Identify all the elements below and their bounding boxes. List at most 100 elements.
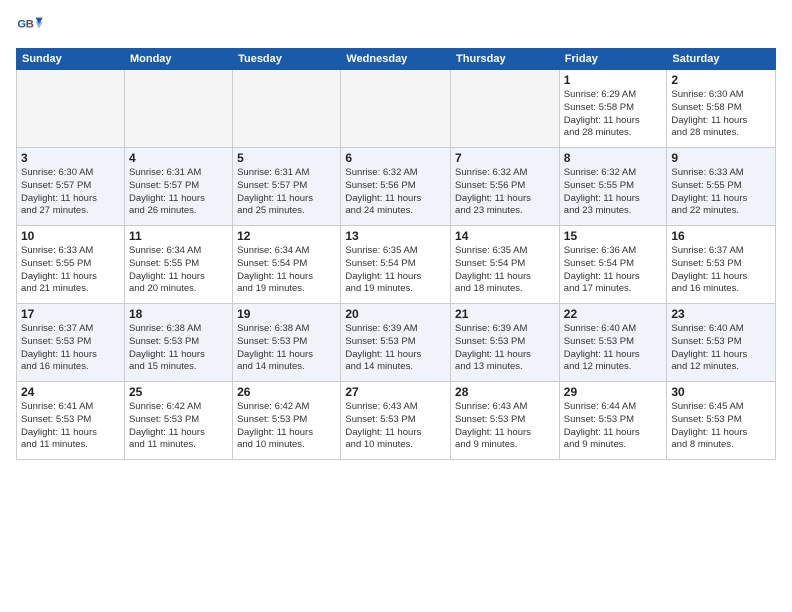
day-number: 8 <box>564 151 663 165</box>
day-info: Sunrise: 6:29 AMSunset: 5:58 PMDaylight:… <box>564 89 663 140</box>
day-number: 5 <box>237 151 336 165</box>
calendar-day: 26 Sunrise: 6:42 AMSunset: 5:53 PMDayligh… <box>233 382 341 460</box>
day-number: 26 <box>237 385 336 399</box>
day-number: 1 <box>564 73 663 87</box>
day-info: Sunrise: 6:40 AMSunset: 5:53 PMDaylight:… <box>671 323 771 374</box>
day-info: Sunrise: 6:37 AMSunset: 5:53 PMDaylight:… <box>671 245 771 296</box>
calendar-day: 2 Sunrise: 6:30 AMSunset: 5:58 PMDaylight… <box>667 70 776 148</box>
day-number: 16 <box>671 229 771 243</box>
calendar-week: 3 Sunrise: 6:30 AMSunset: 5:57 PMDaylight… <box>17 148 776 226</box>
calendar-week: 17 Sunrise: 6:37 AMSunset: 5:53 PMDayligh… <box>17 304 776 382</box>
day-info: Sunrise: 6:33 AMSunset: 5:55 PMDaylight:… <box>21 245 120 296</box>
weekday-header: Tuesday <box>233 49 341 70</box>
calendar-day <box>233 70 341 148</box>
calendar: SundayMondayTuesdayWednesdayThursdayFrid… <box>16 48 776 460</box>
day-info: Sunrise: 6:30 AMSunset: 5:58 PMDaylight:… <box>671 89 771 140</box>
calendar-day: 24Sunrise: 6:41 AMSunset: 5:53 PMDayligh… <box>17 382 125 460</box>
day-info: Sunrise: 6:33 AMSunset: 5:55 PMDaylight:… <box>671 167 771 218</box>
day-number: 11 <box>129 229 228 243</box>
calendar-day <box>451 70 560 148</box>
calendar-header: SundayMondayTuesdayWednesdayThursdayFrid… <box>17 49 776 70</box>
day-info: Sunrise: 6:32 AMSunset: 5:56 PMDaylight:… <box>345 167 446 218</box>
logo: G B <box>16 12 48 40</box>
day-info: Sunrise: 6:36 AMSunset: 5:54 PMDaylight:… <box>564 245 663 296</box>
calendar-day: 13Sunrise: 6:35 AMSunset: 5:54 PMDayligh… <box>341 226 451 304</box>
day-info: Sunrise: 6:41 AMSunset: 5:53 PMDaylight:… <box>21 401 120 452</box>
calendar-day: 22 Sunrise: 6:40 AMSunset: 5:53 PMDayligh… <box>559 304 667 382</box>
day-info: Sunrise: 6:32 AMSunset: 5:55 PMDaylight:… <box>564 167 663 218</box>
day-info: Sunrise: 6:42 AMSunset: 5:53 PMDaylight:… <box>129 401 228 452</box>
calendar-day: 10 Sunrise: 6:33 AMSunset: 5:55 PMDayligh… <box>17 226 125 304</box>
weekday-header: Thursday <box>451 49 560 70</box>
day-number: 18 <box>129 307 228 321</box>
calendar-day: 21 Sunrise: 6:39 AMSunset: 5:53 PMDayligh… <box>451 304 560 382</box>
day-info: Sunrise: 6:31 AMSunset: 5:57 PMDaylight:… <box>129 167 228 218</box>
day-number: 28 <box>455 385 555 399</box>
calendar-body: 1 Sunrise: 6:29 AMSunset: 5:58 PMDaylight… <box>17 70 776 460</box>
calendar-week: 10 Sunrise: 6:33 AMSunset: 5:55 PMDayligh… <box>17 226 776 304</box>
day-number: 21 <box>455 307 555 321</box>
weekday-header: Friday <box>559 49 667 70</box>
logo-icon: G B <box>16 12 44 40</box>
calendar-day: 1 Sunrise: 6:29 AMSunset: 5:58 PMDaylight… <box>559 70 667 148</box>
day-number: 23 <box>671 307 771 321</box>
weekday-row: SundayMondayTuesdayWednesdayThursdayFrid… <box>17 49 776 70</box>
day-info: Sunrise: 6:39 AMSunset: 5:53 PMDaylight:… <box>455 323 555 374</box>
day-info: Sunrise: 6:42 AMSunset: 5:53 PMDaylight:… <box>237 401 336 452</box>
day-number: 15 <box>564 229 663 243</box>
svg-text:B: B <box>26 18 34 30</box>
day-number: 2 <box>671 73 771 87</box>
calendar-day: 14Sunrise: 6:35 AMSunset: 5:54 PMDayligh… <box>451 226 560 304</box>
day-number: 7 <box>455 151 555 165</box>
day-info: Sunrise: 6:44 AMSunset: 5:53 PMDaylight:… <box>564 401 663 452</box>
day-number: 4 <box>129 151 228 165</box>
calendar-day: 7Sunrise: 6:32 AMSunset: 5:56 PMDaylight… <box>451 148 560 226</box>
calendar-day: 8 Sunrise: 6:32 AMSunset: 5:55 PMDaylight… <box>559 148 667 226</box>
calendar-day: 19 Sunrise: 6:38 AMSunset: 5:53 PMDayligh… <box>233 304 341 382</box>
calendar-day: 16 Sunrise: 6:37 AMSunset: 5:53 PMDayligh… <box>667 226 776 304</box>
day-info: Sunrise: 6:31 AMSunset: 5:57 PMDaylight:… <box>237 167 336 218</box>
calendar-day: 25 Sunrise: 6:42 AMSunset: 5:53 PMDayligh… <box>124 382 232 460</box>
day-number: 19 <box>237 307 336 321</box>
calendar-day: 9 Sunrise: 6:33 AMSunset: 5:55 PMDaylight… <box>667 148 776 226</box>
calendar-day: 5 Sunrise: 6:31 AMSunset: 5:57 PMDaylight… <box>233 148 341 226</box>
day-info: Sunrise: 6:34 AMSunset: 5:54 PMDaylight:… <box>237 245 336 296</box>
page: G B SundayMondayTuesdayWednesdayThursday… <box>0 0 792 612</box>
day-info: Sunrise: 6:37 AMSunset: 5:53 PMDaylight:… <box>21 323 120 374</box>
day-number: 9 <box>671 151 771 165</box>
day-number: 30 <box>671 385 771 399</box>
day-info: Sunrise: 6:43 AMSunset: 5:53 PMDaylight:… <box>455 401 555 452</box>
day-number: 10 <box>21 229 120 243</box>
day-number: 17 <box>21 307 120 321</box>
day-number: 25 <box>129 385 228 399</box>
calendar-day: 11 Sunrise: 6:34 AMSunset: 5:55 PMDayligh… <box>124 226 232 304</box>
day-number: 12 <box>237 229 336 243</box>
day-number: 13 <box>345 229 446 243</box>
day-info: Sunrise: 6:40 AMSunset: 5:53 PMDaylight:… <box>564 323 663 374</box>
day-number: 20 <box>345 307 446 321</box>
weekday-header: Wednesday <box>341 49 451 70</box>
day-info: Sunrise: 6:34 AMSunset: 5:55 PMDaylight:… <box>129 245 228 296</box>
day-number: 29 <box>564 385 663 399</box>
day-info: Sunrise: 6:38 AMSunset: 5:53 PMDaylight:… <box>237 323 336 374</box>
weekday-header: Sunday <box>17 49 125 70</box>
calendar-day: 6Sunrise: 6:32 AMSunset: 5:56 PMDaylight… <box>341 148 451 226</box>
day-number: 3 <box>21 151 120 165</box>
svg-text:G: G <box>17 18 26 30</box>
day-number: 22 <box>564 307 663 321</box>
day-info: Sunrise: 6:38 AMSunset: 5:53 PMDaylight:… <box>129 323 228 374</box>
calendar-week: 24Sunrise: 6:41 AMSunset: 5:53 PMDayligh… <box>17 382 776 460</box>
calendar-day: 27Sunrise: 6:43 AMSunset: 5:53 PMDayligh… <box>341 382 451 460</box>
calendar-week: 1 Sunrise: 6:29 AMSunset: 5:58 PMDaylight… <box>17 70 776 148</box>
weekday-header: Monday <box>124 49 232 70</box>
calendar-day: 12 Sunrise: 6:34 AMSunset: 5:54 PMDayligh… <box>233 226 341 304</box>
day-info: Sunrise: 6:35 AMSunset: 5:54 PMDaylight:… <box>455 245 555 296</box>
calendar-day <box>17 70 125 148</box>
calendar-day: 23 Sunrise: 6:40 AMSunset: 5:53 PMDayligh… <box>667 304 776 382</box>
calendar-day: 4 Sunrise: 6:31 AMSunset: 5:57 PMDaylight… <box>124 148 232 226</box>
calendar-day: 29 Sunrise: 6:44 AMSunset: 5:53 PMDayligh… <box>559 382 667 460</box>
calendar-day <box>341 70 451 148</box>
calendar-day: 20 Sunrise: 6:39 AMSunset: 5:53 PMDayligh… <box>341 304 451 382</box>
day-info: Sunrise: 6:30 AMSunset: 5:57 PMDaylight:… <box>21 167 120 218</box>
day-info: Sunrise: 6:39 AMSunset: 5:53 PMDaylight:… <box>345 323 446 374</box>
